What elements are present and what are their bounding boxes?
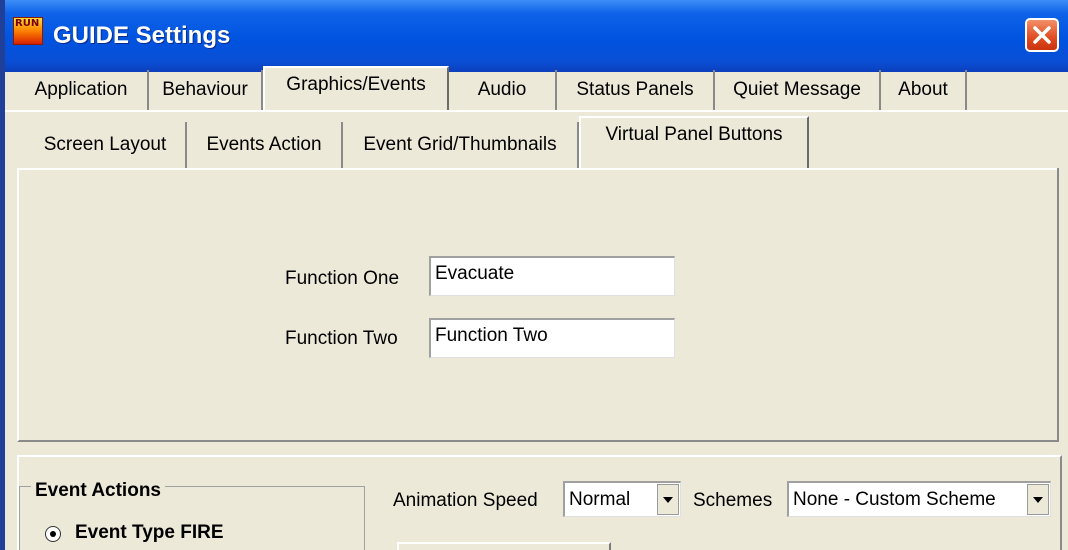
tab-label: Graphics/Events [286, 74, 426, 95]
tab-status-panels[interactable]: Status Panels [557, 70, 715, 110]
tab-graphics-events[interactable]: Graphics/Events [263, 66, 449, 110]
schemes-label: Schemes [693, 490, 773, 511]
tab-label: Event Grid/Thumbnails [363, 134, 557, 155]
tab-label: Events Action [206, 134, 322, 155]
main-tab-divider [5, 110, 1068, 112]
tab-label: Quiet Message [733, 79, 861, 100]
settings-window: RUN GUIDE Settings Application Behaviour… [5, 0, 1068, 550]
tab-label: About [898, 79, 948, 100]
tab-quiet-message[interactable]: Quiet Message [715, 70, 881, 110]
animation-speed-label: Animation Speed [393, 490, 538, 511]
function-two-label: Function Two [285, 328, 398, 349]
tab-behaviour[interactable]: Behaviour [149, 70, 263, 110]
partial-button[interactable] [397, 542, 611, 550]
close-button[interactable] [1025, 18, 1059, 52]
event-type-fire-label[interactable]: Event Type FIRE [75, 522, 224, 544]
function-one-input[interactable]: Evacuate [429, 256, 675, 296]
animation-speed-select[interactable]: Normal [563, 481, 681, 517]
tab-label: Status Panels [576, 79, 694, 100]
function-two-input[interactable]: Function Two [429, 318, 675, 358]
virtual-panel-buttons-page [17, 168, 1059, 442]
sub-tab-bar: Screen Layout Events Action Event Grid/T… [5, 116, 1068, 168]
tab-label: Application [34, 79, 128, 100]
function-one-label: Function One [285, 268, 400, 289]
tab-label: Screen Layout [43, 134, 167, 155]
tab-events-action[interactable]: Events Action [187, 122, 343, 168]
tab-about[interactable]: About [881, 70, 967, 110]
tab-label: Behaviour [162, 79, 248, 100]
chevron-down-icon[interactable] [657, 484, 679, 515]
tab-event-grid-thumbnails[interactable]: Event Grid/Thumbnails [343, 122, 579, 168]
chevron-down-icon[interactable] [1027, 484, 1049, 515]
app-icon: RUN [13, 17, 43, 45]
schemes-value: None - Custom Scheme [793, 489, 996, 510]
close-icon [1033, 26, 1051, 44]
main-tab-bar: Application Behaviour Graphics/Events Au… [5, 66, 1068, 110]
tab-audio[interactable]: Audio [449, 70, 557, 110]
window-title: GUIDE Settings [53, 22, 231, 49]
animation-speed-value: Normal [569, 489, 631, 510]
tab-screen-layout[interactable]: Screen Layout [25, 122, 187, 168]
app-icon-text: RUN [15, 18, 40, 29]
title-bar[interactable]: RUN GUIDE Settings [5, 0, 1068, 72]
tab-application[interactable]: Application [15, 70, 149, 110]
tab-virtual-panel-buttons[interactable]: Virtual Panel Buttons [579, 116, 809, 168]
event-type-fire-radio[interactable] [45, 526, 61, 542]
tab-label: Virtual Panel Buttons [605, 124, 783, 145]
schemes-select[interactable]: None - Custom Scheme [787, 481, 1051, 517]
tab-label: Audio [477, 79, 527, 100]
event-actions-title: Event Actions [31, 480, 165, 502]
